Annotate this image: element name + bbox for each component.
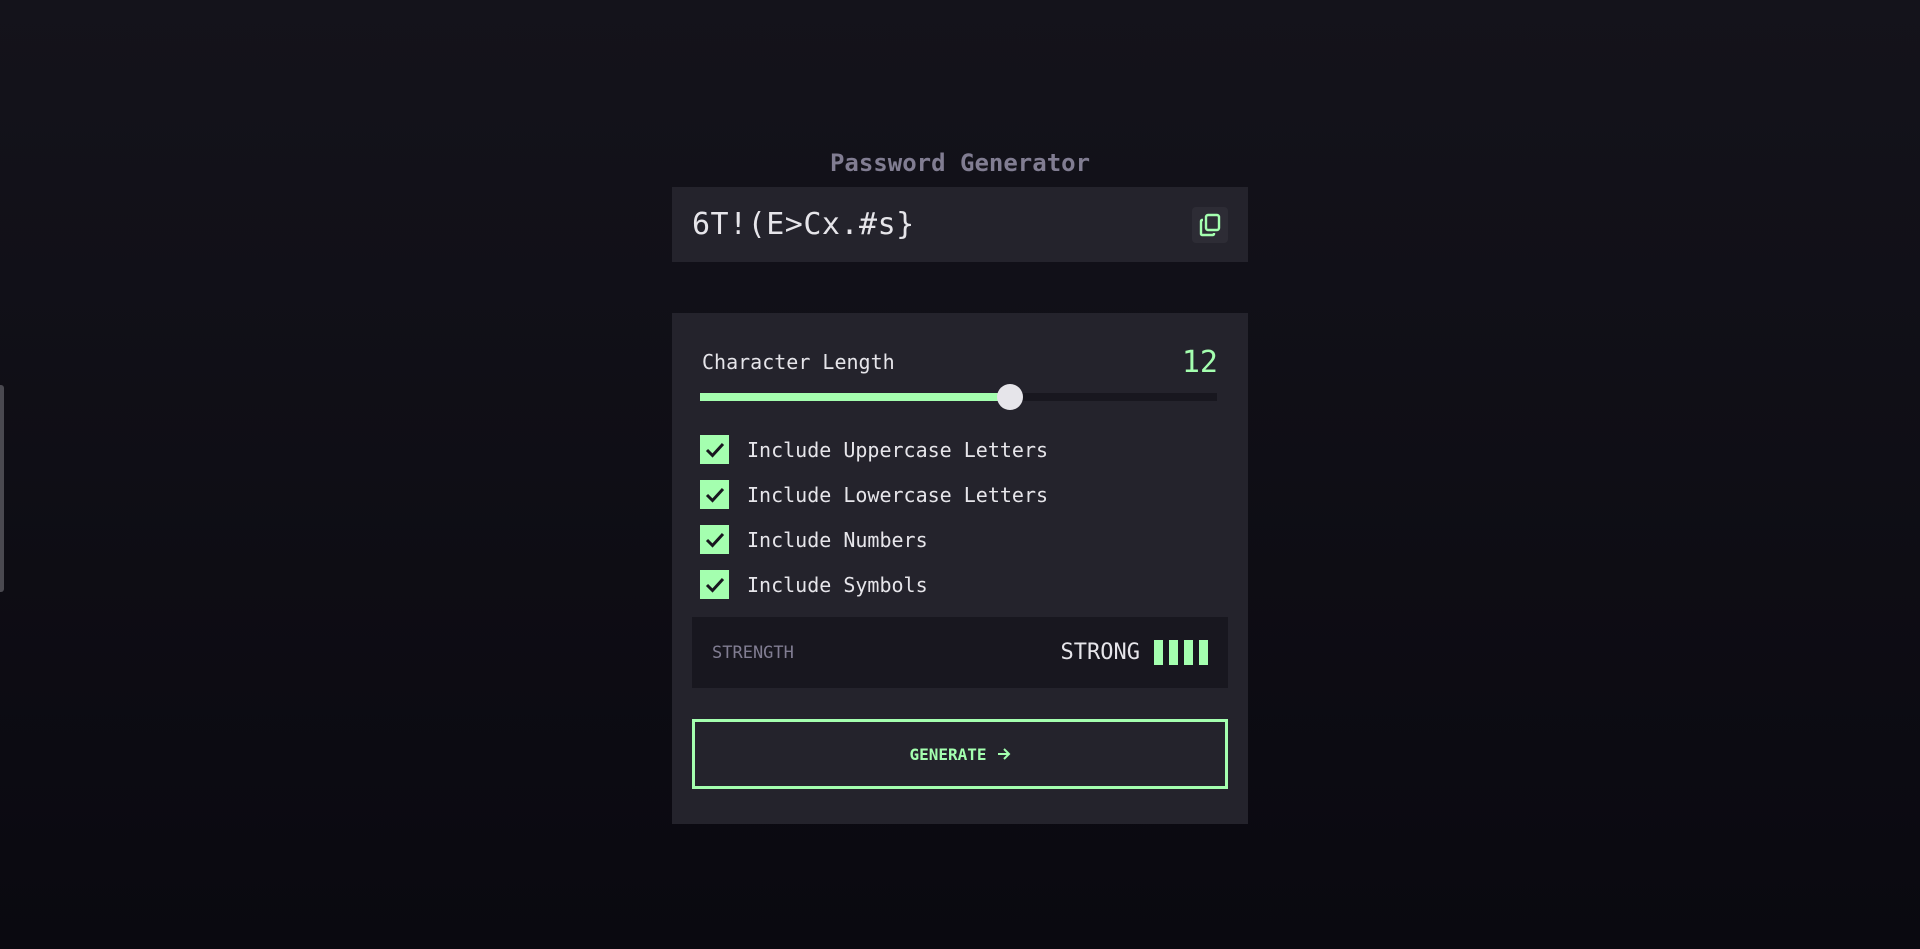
- password-generator: Password Generator 6T!(E>Cx.#s} Characte…: [672, 145, 1248, 824]
- option-label: Include Lowercase Letters: [747, 482, 1049, 507]
- option-row[interactable]: Include Symbols: [700, 562, 1228, 607]
- checkmark-icon: [705, 487, 724, 503]
- slider-thumb[interactable]: [997, 384, 1024, 410]
- length-value: 12: [1181, 344, 1218, 380]
- checkbox[interactable]: [700, 480, 729, 509]
- length-label: Character Length: [702, 350, 895, 374]
- arrow-right-icon: [997, 747, 1011, 761]
- copy-icon: [1199, 213, 1221, 236]
- option-label: Include Numbers: [747, 527, 928, 552]
- settings-card: Character Length 12 Include Uppercase Le…: [672, 313, 1248, 824]
- option-row[interactable]: Include Numbers: [700, 517, 1228, 562]
- strength-label: STRENGTH: [712, 642, 794, 663]
- generate-label: GENERATE: [909, 744, 987, 764]
- page-title: Password Generator: [829, 149, 1091, 177]
- slider-fill: [700, 393, 1011, 401]
- strength-bars: [1154, 640, 1208, 665]
- generate-button[interactable]: GENERATE: [692, 719, 1228, 789]
- option-row[interactable]: Include Lowercase Letters: [700, 472, 1228, 517]
- options-list: Include Uppercase Letters Include Lowerca…: [692, 427, 1228, 607]
- checkmark-icon: [705, 577, 724, 593]
- length-row: Character Length 12: [692, 344, 1228, 380]
- password-text: 6T!(E>Cx.#s}: [692, 207, 915, 242]
- strength-bar: [1199, 640, 1208, 665]
- password-output: 6T!(E>Cx.#s}: [672, 187, 1248, 262]
- strength-bar: [1184, 640, 1193, 665]
- strength-bar: [1169, 640, 1178, 665]
- option-row[interactable]: Include Uppercase Letters: [700, 427, 1228, 472]
- checkmark-icon: [705, 532, 724, 548]
- checkbox[interactable]: [700, 525, 729, 554]
- copy-button[interactable]: [1192, 206, 1228, 243]
- checkmark-icon: [705, 442, 724, 458]
- checkbox[interactable]: [700, 570, 729, 599]
- length-slider[interactable]: [700, 384, 1217, 410]
- strength-bar: [1154, 640, 1163, 665]
- strength-meter: STRENGTH STRONG: [692, 617, 1228, 688]
- strength-value: STRONG: [1060, 640, 1140, 665]
- option-label: Include Uppercase Letters: [747, 437, 1049, 462]
- option-label: Include Symbols: [747, 572, 928, 597]
- strength-indicator: STRONG: [1061, 640, 1208, 665]
- side-scroll-handle[interactable]: [0, 385, 4, 592]
- checkbox[interactable]: [700, 435, 729, 464]
